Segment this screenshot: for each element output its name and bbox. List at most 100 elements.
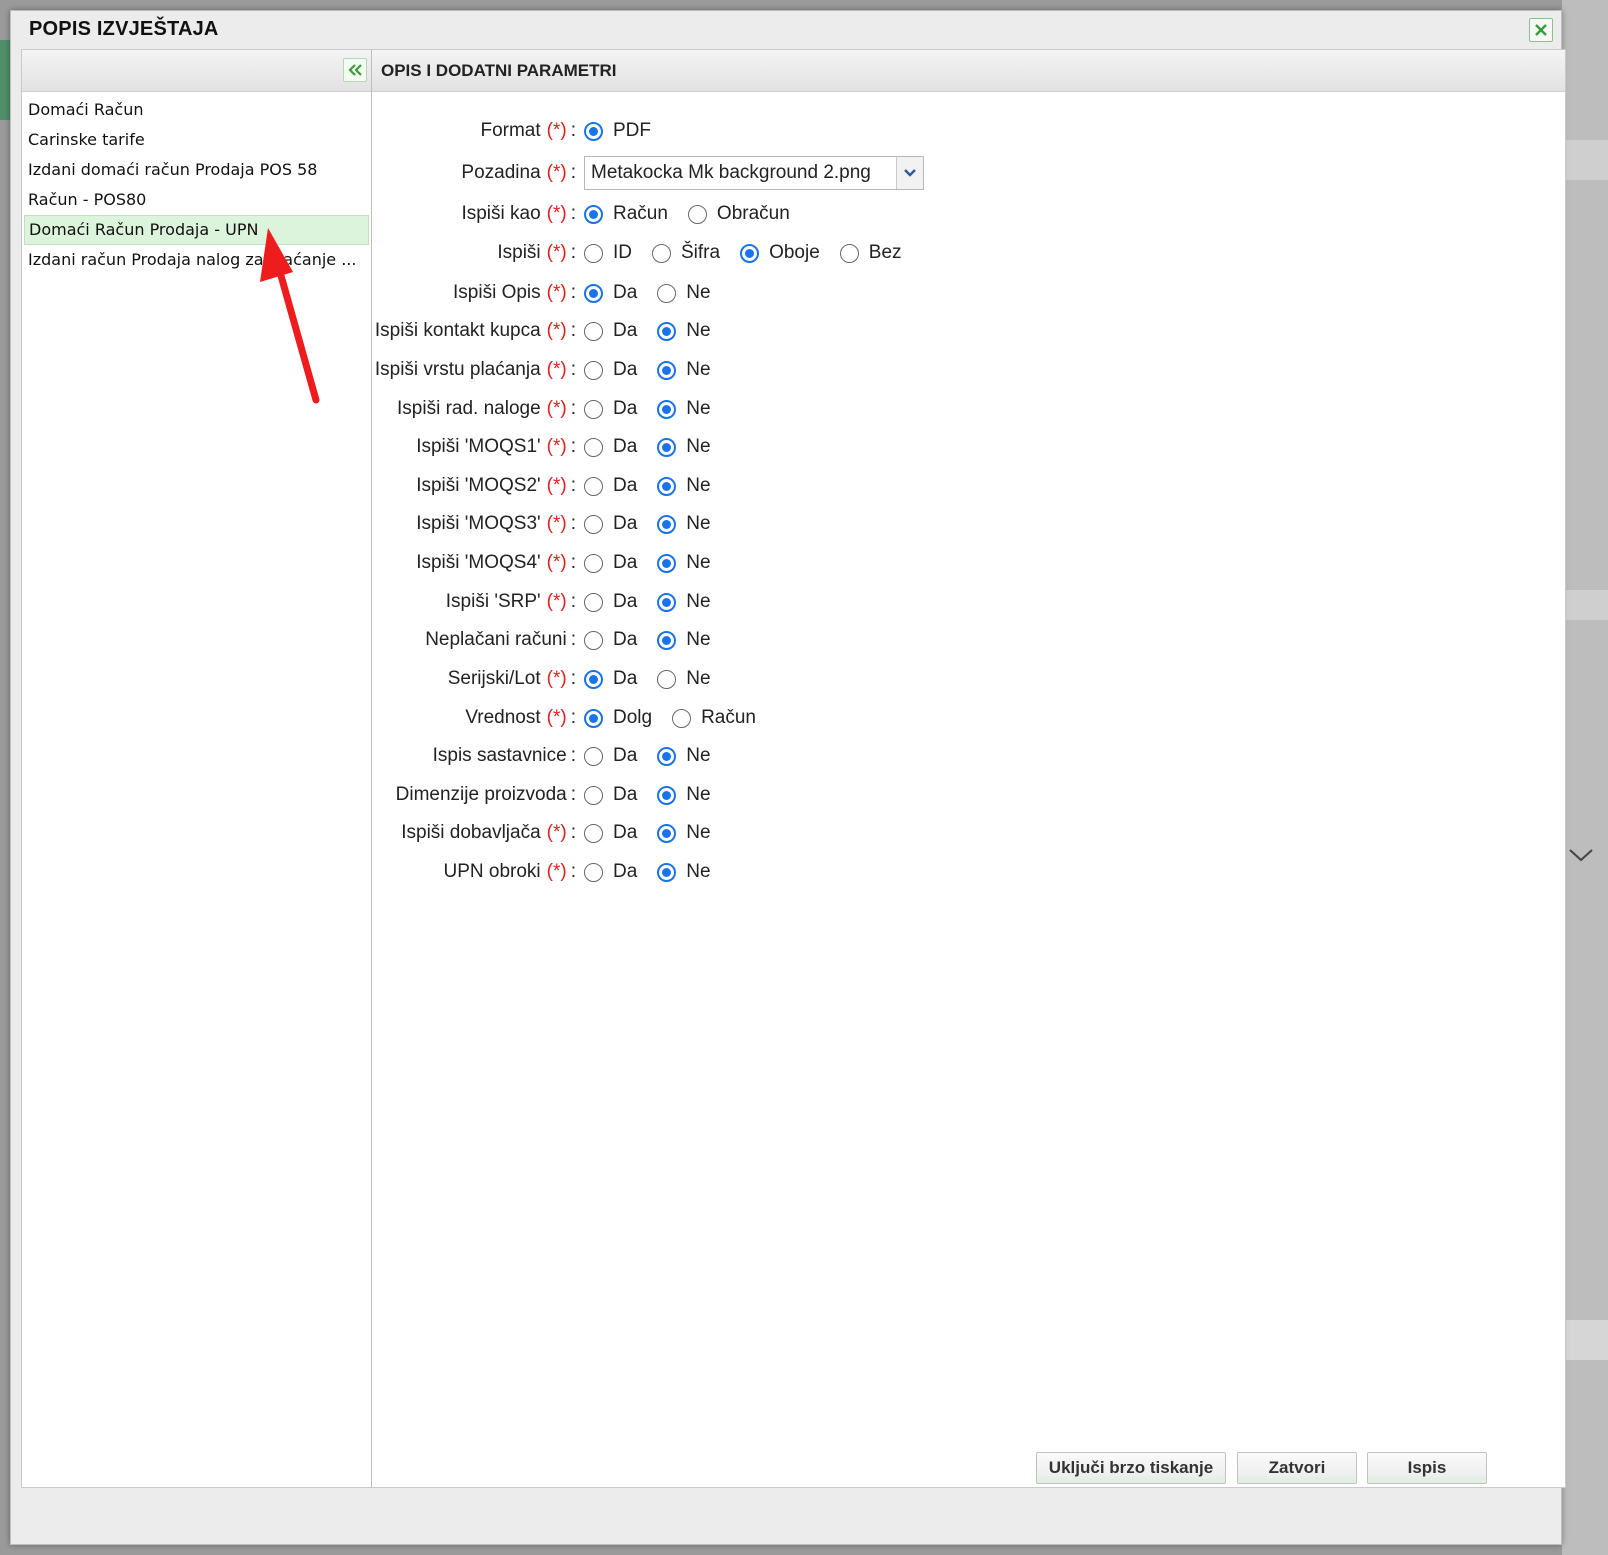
radio-button[interactable] — [584, 823, 603, 843]
radio-button[interactable] — [584, 321, 603, 341]
radio-option[interactable]: Ne — [657, 784, 711, 806]
radio-option[interactable]: Da — [584, 784, 637, 806]
radio-option[interactable]: Da — [584, 398, 637, 420]
radio-button[interactable] — [657, 630, 677, 650]
collapse-panel-button[interactable] — [343, 58, 367, 82]
radio-option[interactable]: Ne — [657, 475, 711, 497]
radio-button[interactable] — [657, 785, 677, 805]
report-list-item[interactable]: Domaći Račun — [24, 95, 369, 125]
radio-button[interactable] — [584, 669, 603, 689]
radio-button[interactable] — [652, 243, 671, 263]
radio-option[interactable]: Ne — [657, 822, 711, 844]
radio-option[interactable]: ID — [584, 242, 632, 264]
radio-button[interactable] — [584, 630, 603, 650]
radio-option[interactable]: Ne — [657, 552, 711, 574]
radio-button[interactable] — [584, 399, 603, 419]
radio-option[interactable]: Da — [584, 513, 637, 535]
radio-button[interactable] — [657, 360, 677, 380]
radio-option[interactable]: Da — [584, 282, 637, 304]
radio-button[interactable] — [740, 243, 760, 263]
radio-option[interactable]: Ne — [657, 861, 711, 883]
radio-button[interactable] — [657, 553, 677, 573]
radio-label: Ne — [686, 475, 711, 496]
radio-button[interactable] — [584, 121, 603, 141]
close-button[interactable] — [1529, 18, 1553, 42]
dialog-title-bar[interactable]: POPIS IZVJEŠTAJA — [11, 11, 1561, 49]
radio-option[interactable]: Ne — [657, 282, 711, 304]
radio-button[interactable] — [657, 321, 677, 341]
quick-print-button[interactable]: Uključi brzo tiskanje — [1036, 1452, 1226, 1484]
radio-button[interactable] — [672, 708, 692, 728]
param-row: Vrednost (*): Dolg Račun — [372, 700, 1565, 736]
radio-option[interactable]: Ne — [657, 591, 711, 613]
radio-option[interactable]: Da — [584, 822, 637, 844]
param-label: Ispiši kontakt kupca (*): — [372, 320, 576, 342]
radio-button[interactable] — [657, 746, 677, 766]
report-list-item[interactable]: Račun - POS80 — [24, 185, 369, 215]
select-dropdown-button[interactable] — [896, 157, 923, 189]
radio-button[interactable] — [657, 823, 677, 843]
radio-button[interactable] — [584, 746, 603, 766]
radio-option[interactable]: Oboje — [740, 242, 820, 264]
radio-option[interactable]: PDF — [584, 120, 651, 142]
radio-option[interactable]: Bez — [839, 242, 902, 264]
required-marker: (*) — [546, 282, 567, 303]
param-label: Ispis sastavnice: — [372, 745, 576, 767]
report-list: Domaći Račun Carinske tarife Izdani domaći… — [22, 92, 371, 275]
radio-button[interactable] — [657, 476, 677, 496]
radio-button[interactable] — [584, 204, 603, 224]
radio-button[interactable] — [839, 243, 859, 263]
report-list-item[interactable]: Carinske tarife — [24, 125, 369, 155]
radio-option[interactable]: Da — [584, 591, 637, 613]
background-accent-strip — [0, 40, 10, 120]
radio-button[interactable] — [687, 204, 707, 224]
radio-button[interactable] — [657, 437, 677, 457]
radio-option[interactable]: Dolg — [584, 707, 652, 729]
radio-option[interactable]: Račun — [584, 203, 668, 225]
radio-option[interactable]: Ne — [657, 513, 711, 535]
radio-option[interactable]: Da — [584, 629, 637, 651]
radio-option[interactable]: Ne — [657, 745, 711, 767]
report-list-item[interactable]: Izdani domaći račun Prodaja POS 58 — [24, 155, 369, 185]
radio-button[interactable] — [657, 283, 677, 303]
radio-option[interactable]: Da — [584, 552, 637, 574]
radio-button[interactable] — [657, 399, 677, 419]
radio-option[interactable]: Šifra — [652, 242, 720, 264]
radio-button[interactable] — [657, 669, 677, 689]
radio-option[interactable]: Da — [584, 475, 637, 497]
radio-button[interactable] — [657, 514, 677, 534]
close-dialog-button[interactable]: Zatvori — [1237, 1452, 1357, 1484]
radio-button[interactable] — [584, 514, 603, 534]
radio-option[interactable]: Da — [584, 861, 637, 883]
radio-button[interactable] — [584, 553, 603, 573]
radio-button[interactable] — [584, 283, 603, 303]
report-list-item[interactable]: Domaći Račun Prodaja - UPN — [24, 215, 369, 245]
radio-option[interactable]: Da — [584, 436, 637, 458]
radio-button[interactable] — [584, 243, 603, 263]
radio-option[interactable]: Obračun — [687, 203, 790, 225]
radio-option[interactable]: Račun — [672, 707, 756, 729]
radio-option[interactable]: Ne — [657, 629, 711, 651]
radio-button[interactable] — [584, 708, 603, 728]
radio-button[interactable] — [657, 862, 677, 882]
radio-button[interactable] — [584, 437, 603, 457]
radio-option[interactable]: Ne — [657, 668, 711, 690]
radio-button[interactable] — [584, 592, 603, 612]
radio-option[interactable]: Da — [584, 320, 637, 342]
report-list-item[interactable]: Izdani račun Prodaja nalog za plaćanje .… — [24, 245, 369, 275]
radio-option[interactable]: Ne — [657, 320, 711, 342]
background-select[interactable]: Metakocka Mk background 2.png — [584, 156, 924, 190]
radio-option[interactable]: Ne — [657, 398, 711, 420]
radio-button[interactable] — [584, 476, 603, 496]
radio-option[interactable]: Da — [584, 745, 637, 767]
print-button[interactable]: Ispis — [1367, 1452, 1487, 1484]
radio-option[interactable]: Ne — [657, 359, 711, 381]
radio-option[interactable]: Da — [584, 668, 637, 690]
radio-button[interactable] — [657, 592, 677, 612]
radio-button[interactable] — [584, 785, 603, 805]
label-colon: : — [570, 242, 576, 263]
radio-option[interactable]: Ne — [657, 436, 711, 458]
radio-button[interactable] — [584, 862, 603, 882]
radio-option[interactable]: Da — [584, 359, 637, 381]
radio-button[interactable] — [584, 360, 603, 380]
